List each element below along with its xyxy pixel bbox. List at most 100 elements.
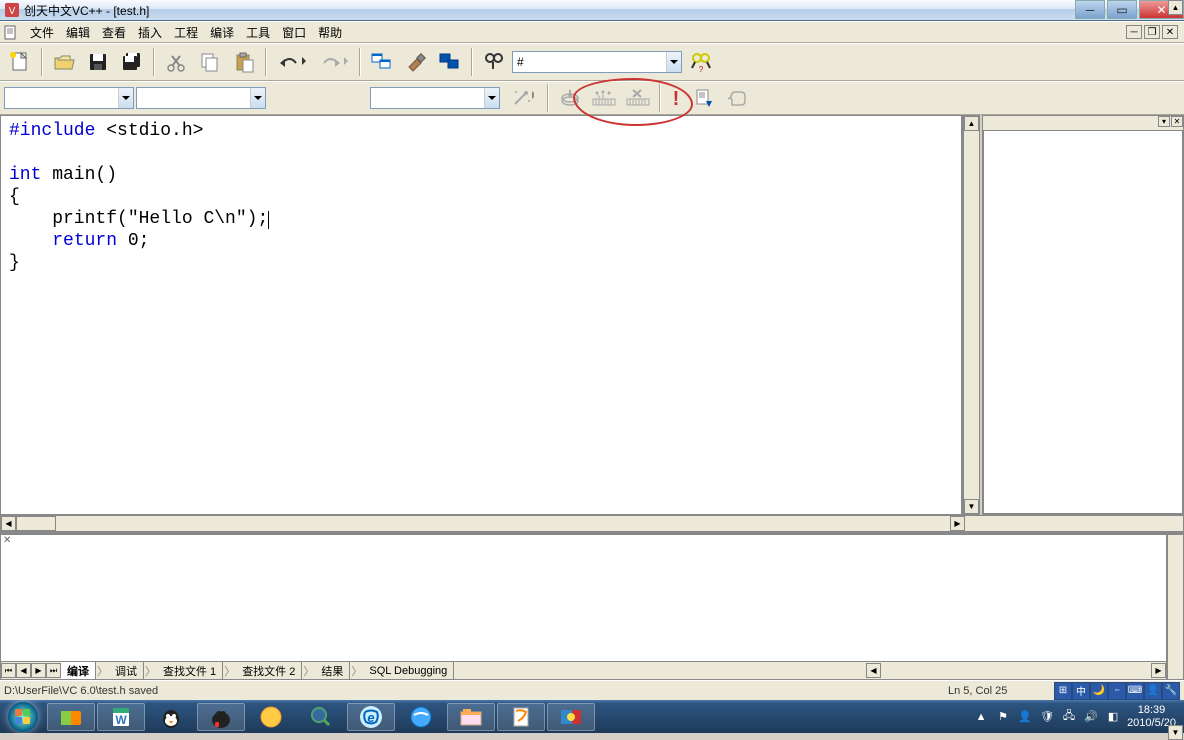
tab-debug[interactable]: 调试	[109, 662, 144, 679]
editor-vertical-scrollbar[interactable]: ▲ ▼	[963, 115, 980, 515]
task-item[interactable]	[547, 703, 595, 731]
panel-dropdown-button[interactable]: ▾	[1158, 116, 1170, 127]
tray-network-icon[interactable]: 🖧	[1061, 709, 1077, 725]
paste-button[interactable]	[228, 47, 260, 77]
menu-window[interactable]: 窗口	[276, 22, 312, 43]
scroll-up-button[interactable]: ▲	[964, 116, 979, 131]
scroll-thumb[interactable]	[16, 516, 56, 531]
code-editor[interactable]: #include <stdio.h> int main() { printf("…	[0, 115, 963, 515]
breakpoint-button[interactable]	[722, 83, 754, 113]
mdi-restore-button[interactable]: ❐	[1144, 25, 1160, 39]
go-button[interactable]	[688, 83, 720, 113]
task-item[interactable]	[147, 703, 195, 731]
deskband-item[interactable]: ⌨	[1126, 682, 1144, 700]
output-panel: ✕ ⏮ ◀ ▶ ⏭ 编译〉 调试〉 查找文件 1〉 查找文件 2〉 结果〉 SQ…	[0, 534, 1167, 680]
scroll-down-button[interactable]: ▼	[964, 499, 979, 514]
tray-show-hidden-icon[interactable]: ▲	[973, 709, 989, 725]
find-combo[interactable]: #	[512, 51, 682, 73]
task-item[interactable]: e	[347, 703, 395, 731]
task-item[interactable]	[397, 703, 445, 731]
scroll-left-button[interactable]: ◀	[1, 516, 16, 531]
dropdown-arrow-icon[interactable]	[666, 52, 681, 72]
minimize-button[interactable]: ─	[1075, 0, 1105, 19]
tray-shield-icon[interactable]: 🛡	[1039, 709, 1055, 725]
menu-project[interactable]: 工程	[168, 22, 204, 43]
redo-button[interactable]	[314, 47, 354, 77]
tab-compile[interactable]: 编译	[61, 662, 96, 679]
menu-build[interactable]: 编译	[204, 22, 240, 43]
task-item[interactable]	[47, 703, 95, 731]
scroll-up-button[interactable]: ▲	[1168, 0, 1183, 15]
task-item[interactable]	[297, 703, 345, 731]
start-button[interactable]	[0, 700, 46, 733]
panel-close-button[interactable]: ✕	[1171, 116, 1183, 127]
find-button[interactable]	[478, 47, 510, 77]
cut-button[interactable]	[160, 47, 192, 77]
task-item[interactable]	[247, 703, 295, 731]
task-item[interactable]: W	[97, 703, 145, 731]
new-file-button[interactable]	[4, 47, 36, 77]
deskband-item[interactable]: ⊞	[1054, 682, 1072, 700]
config-combo-2[interactable]	[136, 87, 266, 109]
task-item[interactable]	[497, 703, 545, 731]
tab-nav-first-button[interactable]: ⏮	[1, 663, 16, 678]
wand-button[interactable]	[502, 83, 542, 113]
tab-find2[interactable]: 查找文件 2	[236, 662, 302, 679]
open-button[interactable]	[48, 47, 80, 77]
find-in-files-button[interactable]: ?	[684, 47, 720, 77]
deskband-item[interactable]: 🌙	[1090, 682, 1108, 700]
dropdown-arrow-icon[interactable]	[484, 88, 499, 108]
tab-nav-prev-button[interactable]: ◀	[16, 663, 31, 678]
deskband-item[interactable]: ◦◦	[1108, 682, 1126, 700]
output-button[interactable]	[434, 47, 466, 77]
menu-file[interactable]: 文件	[24, 22, 60, 43]
scroll-right-button[interactable]: ▶	[1151, 663, 1166, 678]
stop-build-button[interactable]	[622, 83, 654, 113]
tray-app-icon[interactable]: ◧	[1105, 709, 1121, 725]
tray-volume-icon[interactable]: 🔊	[1083, 709, 1099, 725]
tray-flag-icon[interactable]: ⚑	[995, 709, 1011, 725]
workspace-button[interactable]	[366, 47, 398, 77]
build-button[interactable]	[400, 47, 432, 77]
config-combo-3[interactable]	[370, 87, 500, 109]
dropdown-arrow-icon[interactable]	[250, 88, 265, 108]
menu-insert[interactable]: 插入	[132, 22, 168, 43]
menu-view[interactable]: 查看	[96, 22, 132, 43]
menu-help[interactable]: 帮助	[312, 22, 348, 43]
scroll-down-button[interactable]: ▼	[1168, 725, 1183, 740]
tab-sql[interactable]: SQL Debugging	[363, 662, 454, 679]
menu-edit[interactable]: 编辑	[60, 22, 96, 43]
tray-user-icon[interactable]: 👤	[1017, 709, 1033, 725]
menu-tools[interactable]: 工具	[240, 22, 276, 43]
mdi-minimize-button[interactable]: ─	[1126, 25, 1142, 39]
dropdown-arrow-icon[interactable]	[118, 88, 133, 108]
scroll-left-button[interactable]: ◀	[866, 663, 881, 678]
undo-button[interactable]	[272, 47, 312, 77]
mdi-close-button[interactable]: ✕	[1162, 25, 1178, 39]
output-horizontal-scrollbar[interactable]: ◀ ▶	[866, 663, 1166, 678]
build-project-button[interactable]	[588, 83, 620, 113]
panel-close-icon[interactable]: ✕	[3, 535, 11, 546]
save-all-button[interactable]	[116, 47, 148, 77]
deskband-ime[interactable]: 中	[1072, 682, 1090, 700]
scroll-right-button[interactable]: ▶	[950, 516, 965, 531]
output-vertical-scrollbar[interactable]: ▲ ▼	[1167, 534, 1184, 680]
tab-nav-next-button[interactable]: ▶	[31, 663, 46, 678]
task-item[interactable]	[447, 703, 495, 731]
output-content[interactable]	[1, 535, 1166, 661]
compile-button[interactable]	[554, 83, 586, 113]
deskband-item[interactable]: 👤	[1144, 682, 1162, 700]
scroll-track[interactable]	[56, 516, 950, 531]
execute-button[interactable]: !	[666, 83, 686, 113]
workspace-panel-content[interactable]	[983, 130, 1183, 514]
save-button[interactable]	[82, 47, 114, 77]
deskband-item[interactable]: 🔧	[1162, 682, 1180, 700]
config-combo-1[interactable]	[4, 87, 134, 109]
maximize-button[interactable]: ▭	[1107, 0, 1137, 19]
tab-results[interactable]: 结果	[315, 662, 350, 679]
task-item[interactable]	[197, 703, 245, 731]
editor-horizontal-scrollbar[interactable]: ◀ ▶	[0, 515, 1184, 532]
tab-nav-last-button[interactable]: ⏭	[46, 663, 61, 678]
copy-button[interactable]	[194, 47, 226, 77]
tab-find1[interactable]: 查找文件 1	[157, 662, 223, 679]
